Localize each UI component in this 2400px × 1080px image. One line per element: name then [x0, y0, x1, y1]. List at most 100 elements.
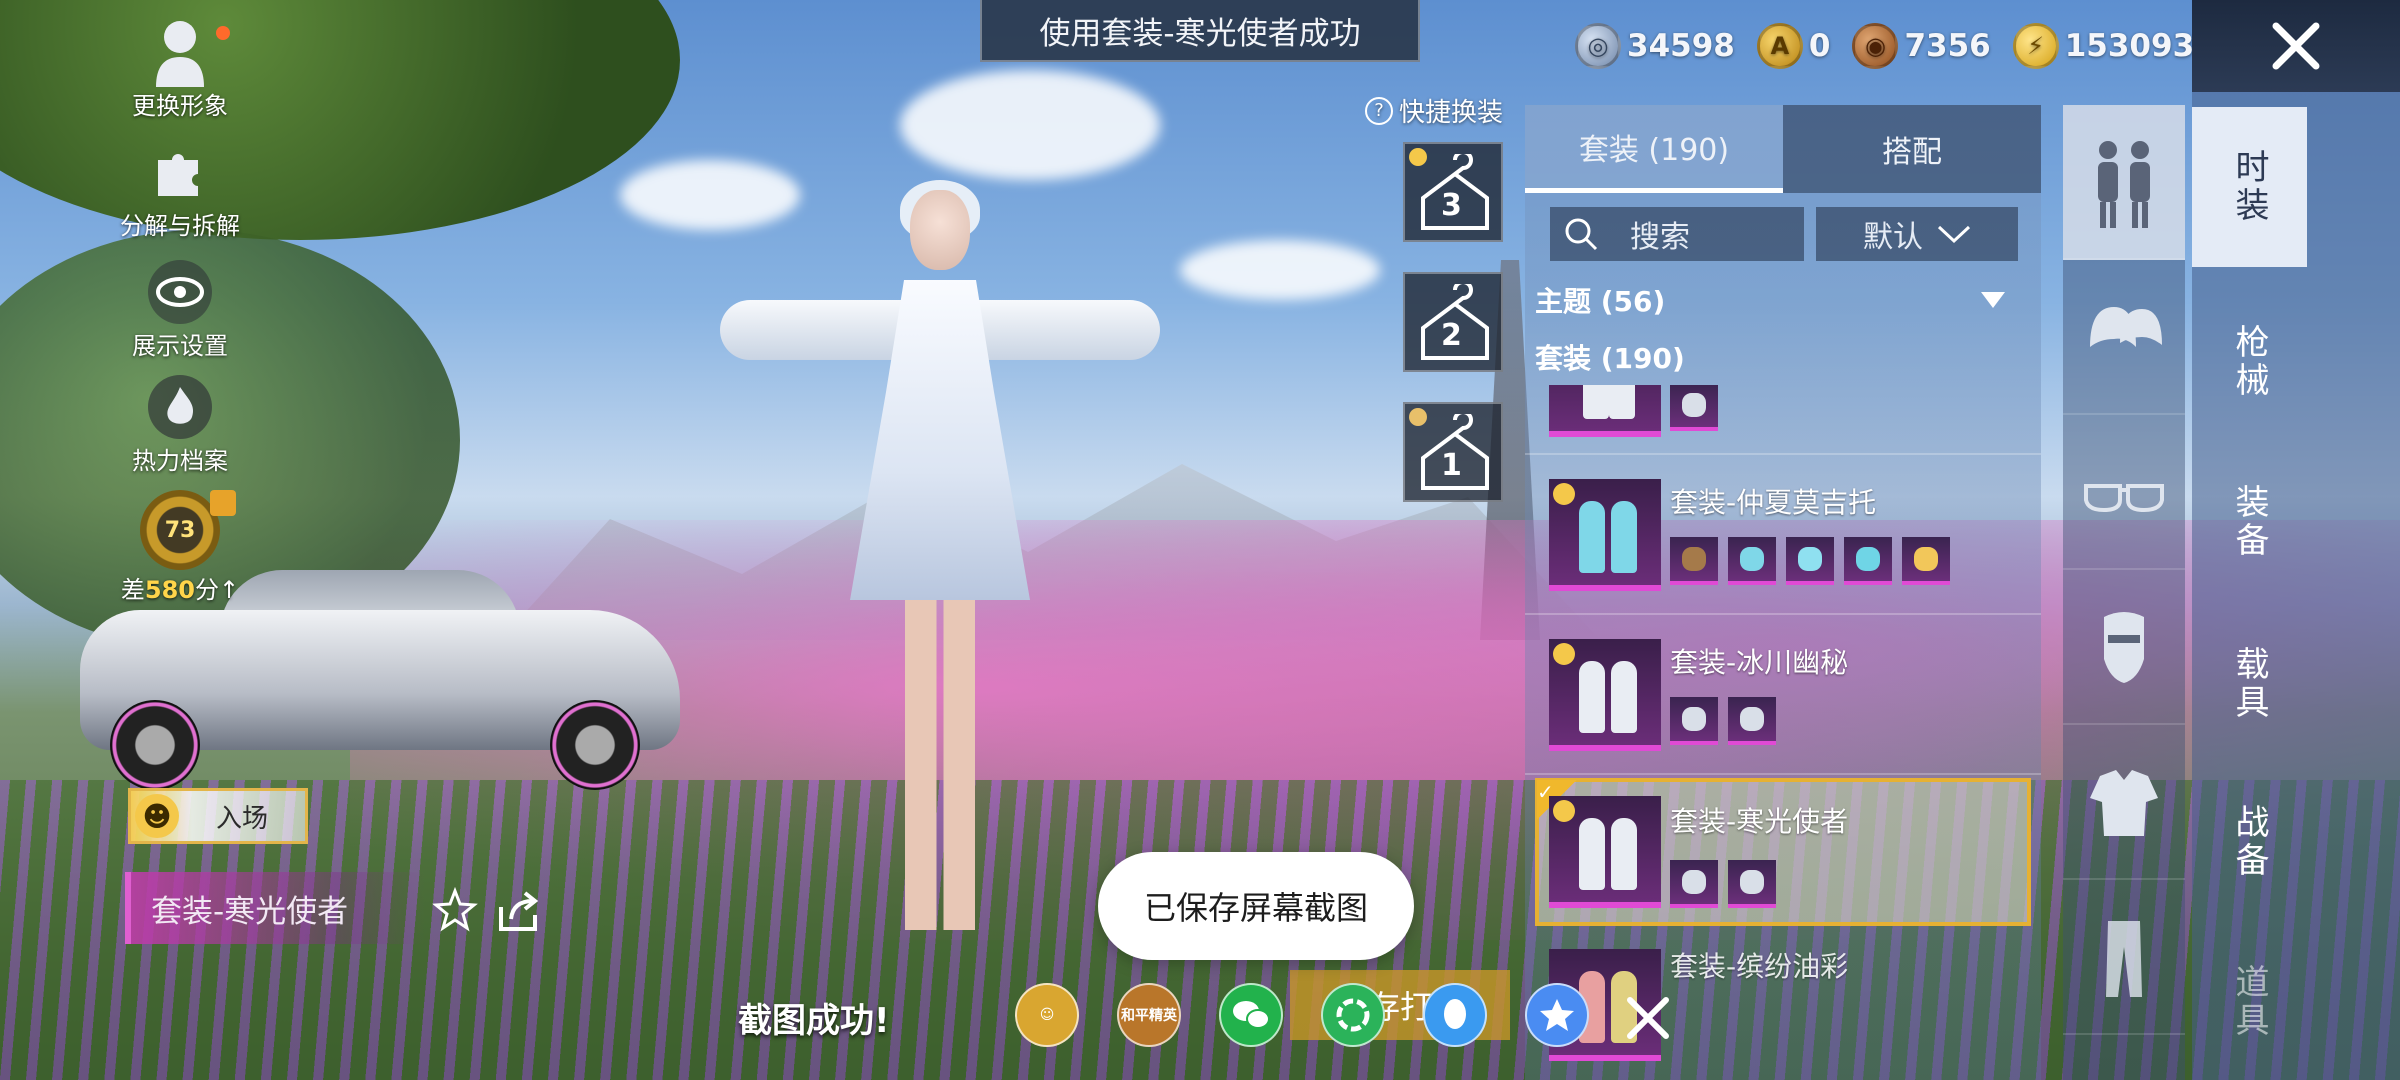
currency-gold[interactable]: A 0	[1756, 23, 1831, 69]
qzone-icon[interactable]	[1525, 983, 1589, 1047]
close-icon	[2272, 22, 2320, 70]
wechat-icon[interactable]	[1219, 983, 1283, 1047]
mask-icon	[2104, 611, 2144, 683]
share-targets: ☺ 和平精英	[1015, 983, 1589, 1047]
currency-bronze[interactable]: ◉ 7356	[1852, 23, 1991, 69]
current-outfit-name: 套装-寒光使者	[125, 872, 425, 944]
panel-tabs: 套装 (190) 搭配	[1525, 105, 2041, 193]
nav-battle-gear[interactable]: 战备	[2192, 762, 2307, 922]
level-badge: 73	[140, 490, 220, 570]
change-avatar-label: 更换形象	[132, 92, 228, 120]
currency-value: 7356	[1904, 28, 1991, 64]
list-item[interactable]: 套装-缤纷油彩	[1525, 935, 2041, 1080]
profile-share-icon[interactable]: ☺	[1015, 983, 1079, 1047]
category-face[interactable]	[2063, 570, 2185, 725]
piece-chip	[1844, 537, 1892, 585]
piece-chip	[1728, 537, 1776, 585]
top-clothing-icon	[2090, 769, 2158, 836]
favorite-star-icon[interactable]	[430, 885, 480, 935]
search-icon	[1565, 218, 1598, 251]
currency-value: 34598	[1627, 28, 1735, 64]
cloud	[900, 70, 1160, 180]
bronze-coin-icon: ◉	[1852, 23, 1899, 69]
quick-slot-2[interactable]: 2	[1403, 272, 1503, 372]
change-avatar-button[interactable]: 更换形象	[120, 20, 240, 121]
close-share-icon[interactable]	[1620, 990, 1676, 1046]
outfit-thumbnail	[1549, 385, 1661, 437]
outfit-thumbnail	[1549, 796, 1661, 908]
piece-chip	[1670, 385, 1718, 431]
category-top[interactable]	[2063, 725, 2185, 880]
piece-chip	[1902, 537, 1950, 585]
hair-icon	[2090, 306, 2162, 347]
eye-icon	[148, 260, 212, 324]
bolt-coin-icon: ⚡	[2012, 23, 2059, 69]
decompose-button[interactable]: 分解与拆解	[120, 140, 240, 241]
decompose-label: 分解与拆解	[120, 212, 240, 240]
currency-bolt[interactable]: ⚡ 153093	[2012, 23, 2195, 69]
piece-chip	[1670, 537, 1718, 585]
category-hair[interactable]	[2063, 260, 2185, 415]
list-item[interactable]	[1525, 385, 2041, 455]
currency-value: 153093	[2064, 28, 2195, 64]
quick-change-title[interactable]: ? 快捷换装	[1365, 92, 1503, 129]
silver-coin-icon: ◎	[1575, 23, 1621, 69]
display-settings-button[interactable]: 展示设置	[120, 260, 240, 361]
chevron-down-icon	[1937, 225, 1971, 244]
category-pants[interactable]	[2063, 880, 2185, 1035]
dropdown-triangle-icon	[1981, 292, 2005, 308]
currency-silver[interactable]: ◎ 34598	[1575, 23, 1735, 69]
category-full-outfit[interactable]	[2063, 105, 2185, 260]
heat-profile-label: 热力档案	[132, 447, 228, 475]
heat-profile-button[interactable]: 热力档案	[120, 375, 240, 476]
tab-sets[interactable]: 套装 (190)	[1525, 105, 1783, 193]
piece-chip	[1728, 860, 1776, 908]
level-badge-button[interactable]: 73 差580分↑	[120, 490, 240, 605]
list-item[interactable]: 套装-仲夏莫吉托	[1525, 455, 2041, 615]
puzzle-icon	[148, 140, 212, 204]
cloud	[1180, 240, 1380, 300]
theme-label: 主题 (56)	[1535, 285, 1666, 318]
category-eyewear[interactable]	[2063, 415, 2185, 570]
outfit-panel: 套装 (190) 搭配 搜索 默认 主题 (56) 套装 (190) 套装-仲夏…	[1525, 105, 2041, 1080]
help-icon: ?	[1365, 96, 1393, 125]
currency-bar: ◎ 34598 A 0 ◉ 7356 ⚡ 153093	[1575, 18, 2194, 74]
tab-match[interactable]: 搭配	[1783, 105, 2041, 193]
outfit-figures-icon	[2098, 140, 2150, 228]
nav-fashion[interactable]: 时装	[2192, 107, 2307, 267]
nav-equipment[interactable]: 装备	[2192, 442, 2307, 602]
list-item-selected[interactable]: ✓ 套装-寒光使者	[1535, 778, 2031, 926]
nav-items[interactable]: 道具	[2192, 922, 2307, 1080]
sort-dropdown[interactable]: 默认	[1816, 207, 2018, 261]
emote-icon	[1553, 483, 1575, 505]
close-button[interactable]	[2192, 0, 2400, 92]
outfit-pieces	[1670, 537, 1950, 585]
pants-icon	[2106, 920, 2142, 997]
peace-elite-share-icon[interactable]: 和平精英	[1117, 983, 1181, 1047]
moments-icon[interactable]	[1321, 983, 1385, 1047]
qq-icon[interactable]	[1423, 983, 1487, 1047]
entrance-label: 入场	[215, 803, 268, 834]
piece-chip	[1786, 537, 1834, 585]
avatar-icon	[148, 20, 212, 87]
list-item[interactable]: 套装-冰川幽秘	[1525, 615, 2041, 775]
smile-icon: ☻	[135, 794, 179, 838]
search-input[interactable]: 搜索	[1550, 207, 1804, 261]
gift-icon	[210, 490, 236, 516]
outfit-list: 套装-仲夏莫吉托 套装-冰川幽秘 ✓ 套装-寒光使者 套装-缤纷油彩	[1525, 385, 2041, 1080]
theme-filter[interactable]: 主题 (56)	[1535, 275, 2025, 325]
share-icon[interactable]	[495, 885, 545, 935]
entrance-button[interactable]: ☻ 入场	[128, 788, 308, 844]
nav-weapons[interactable]: 枪械	[2192, 282, 2307, 442]
gold-emblem-icon: A	[1756, 23, 1803, 69]
outfit-name: 套装-寒光使者	[1670, 805, 1849, 838]
quick-slot-1[interactable]: 1	[1403, 402, 1503, 502]
outfit-applied-toast: 使用套装-寒光使者成功	[980, 0, 1420, 62]
character-model[interactable]	[700, 170, 1180, 930]
quick-slot-3[interactable]: 3	[1403, 142, 1503, 242]
currency-value: 0	[1808, 28, 1831, 64]
outfit-name: 套装-冰川幽秘	[1670, 646, 1849, 679]
outfit-name: 套装-缤纷油彩	[1670, 950, 1849, 983]
nav-vehicles[interactable]: 载具	[2192, 604, 2307, 764]
outfit-pieces	[1670, 697, 1776, 745]
